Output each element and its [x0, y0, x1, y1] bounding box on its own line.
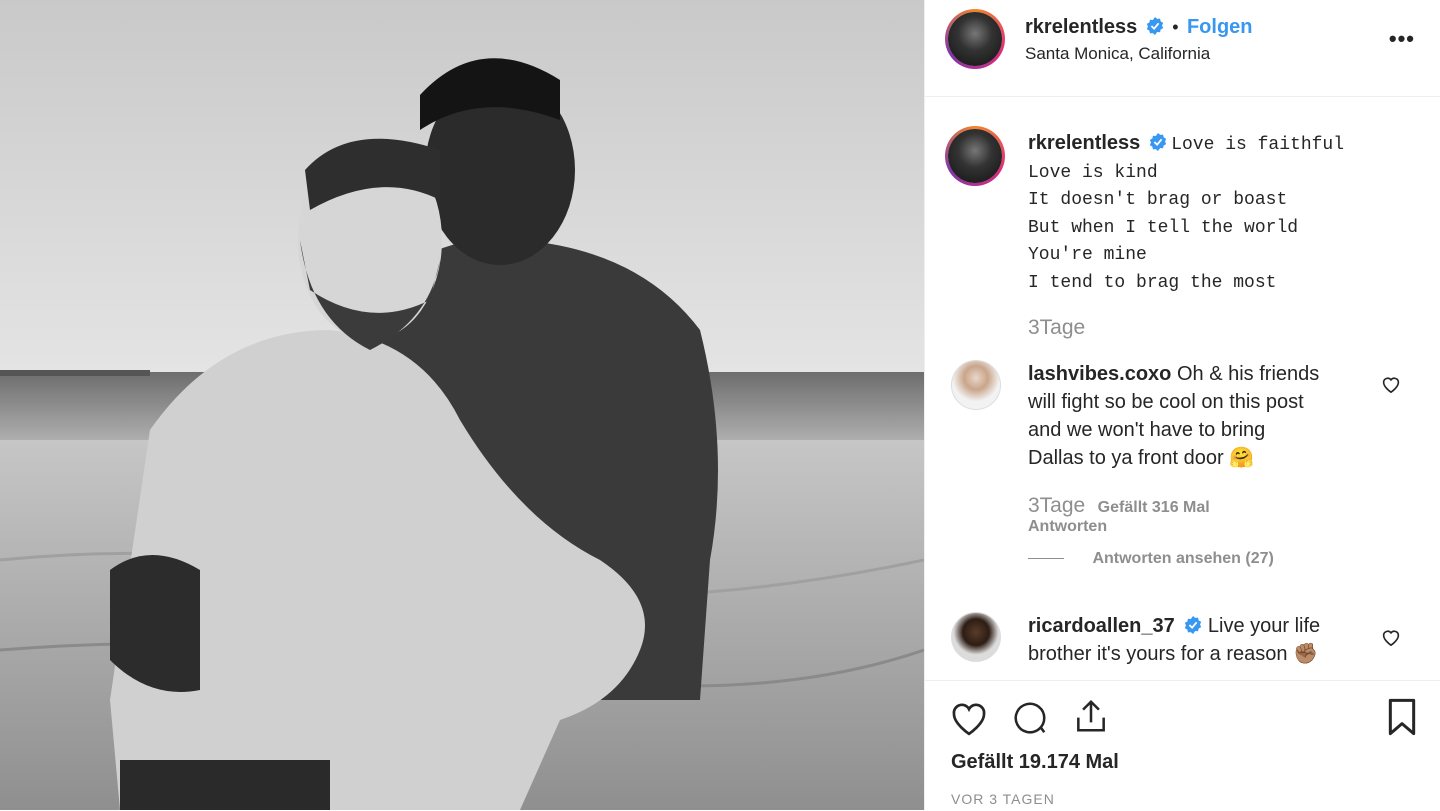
post-caption: rkrelentless Love is faithful Love is ki… [1028, 132, 1408, 340]
verified-badge-icon [1149, 133, 1166, 151]
reply-button[interactable]: Antworten [1028, 518, 1388, 536]
like-heart-icon[interactable] [949, 699, 989, 737]
author-username[interactable]: rkrelentless [1025, 16, 1137, 38]
replies-divider [1028, 558, 1064, 560]
comment-bubble-icon[interactable] [1011, 699, 1049, 737]
caption-line: You're mine [1028, 245, 1147, 266]
more-options-icon[interactable]: ••• [1389, 26, 1415, 52]
caption-username[interactable]: rkrelentless [1028, 132, 1140, 154]
caption-line: Love is faithful [1171, 135, 1345, 155]
comment-text: will fight so be cool on this post [1028, 391, 1304, 413]
comment-item: ricardoallen_37 Live your life brother i… [1028, 612, 1408, 668]
separator-dot: • [1172, 17, 1179, 37]
caption-age[interactable]: 3Tage [1028, 316, 1408, 340]
comment-text: Dallas to ya front door 🤗 [1028, 447, 1255, 469]
verified-badge-icon [1146, 17, 1163, 35]
comment-username[interactable]: lashvibes.coxo [1028, 363, 1171, 385]
commenter-avatar[interactable] [951, 360, 1001, 410]
post-timestamp[interactable]: VOR 3 TAGEN [951, 791, 1055, 807]
caption-line: Love is kind [1028, 162, 1158, 183]
comment-like-heart-icon[interactable] [1381, 375, 1401, 393]
comment-username[interactable]: ricardoallen_37 [1028, 615, 1175, 637]
comment-text: brother it's yours for a reason ✊🏽 [1028, 643, 1318, 665]
comment-text: and we won't have to bring [1028, 419, 1266, 441]
caption-line: But when I tell the world [1028, 217, 1299, 238]
post-side-panel: rkrelentless • Folgen Santa Monica, Cali… [924, 0, 1440, 810]
comment-like-heart-icon[interactable] [1381, 628, 1401, 646]
beach-photo-illustration [0, 0, 924, 810]
share-upload-icon[interactable] [1072, 696, 1110, 736]
comment-item: lashvibes.coxo Oh & his friends will fig… [1028, 360, 1388, 568]
post-photo[interactable] [0, 0, 924, 810]
post-header: rkrelentless • Folgen Santa Monica, Cali… [925, 0, 1440, 97]
comment-age[interactable]: 3Tage [1028, 494, 1085, 517]
verified-badge-icon [1185, 616, 1202, 634]
caption-line: It doesn't brag or boast [1028, 190, 1288, 211]
comment-text: Oh & his friends [1176, 363, 1320, 385]
caption-line: I tend to brag the most [1028, 272, 1277, 293]
commenter-avatar[interactable] [951, 612, 1001, 662]
likes-count[interactable]: Gefällt 19.174 Mal [951, 751, 1119, 774]
caption-avatar[interactable] [945, 126, 1005, 186]
comment-text: Live your life [1207, 615, 1321, 637]
bookmark-save-icon[interactable] [1385, 697, 1419, 737]
author-line: rkrelentless • Folgen [1025, 16, 1253, 39]
view-replies-button[interactable]: Antworten ansehen (27) [1092, 550, 1273, 567]
comment-likes[interactable]: Gefällt 316 Mal [1098, 499, 1210, 516]
author-avatar[interactable] [945, 9, 1005, 69]
view-replies-row[interactable]: Antworten ansehen (27) [1028, 550, 1388, 568]
follow-button[interactable]: Folgen [1187, 16, 1253, 38]
post-location[interactable]: Santa Monica, California [1025, 44, 1210, 64]
post-actions-bar: Gefällt 19.174 Mal VOR 3 TAGEN [925, 680, 1440, 811]
